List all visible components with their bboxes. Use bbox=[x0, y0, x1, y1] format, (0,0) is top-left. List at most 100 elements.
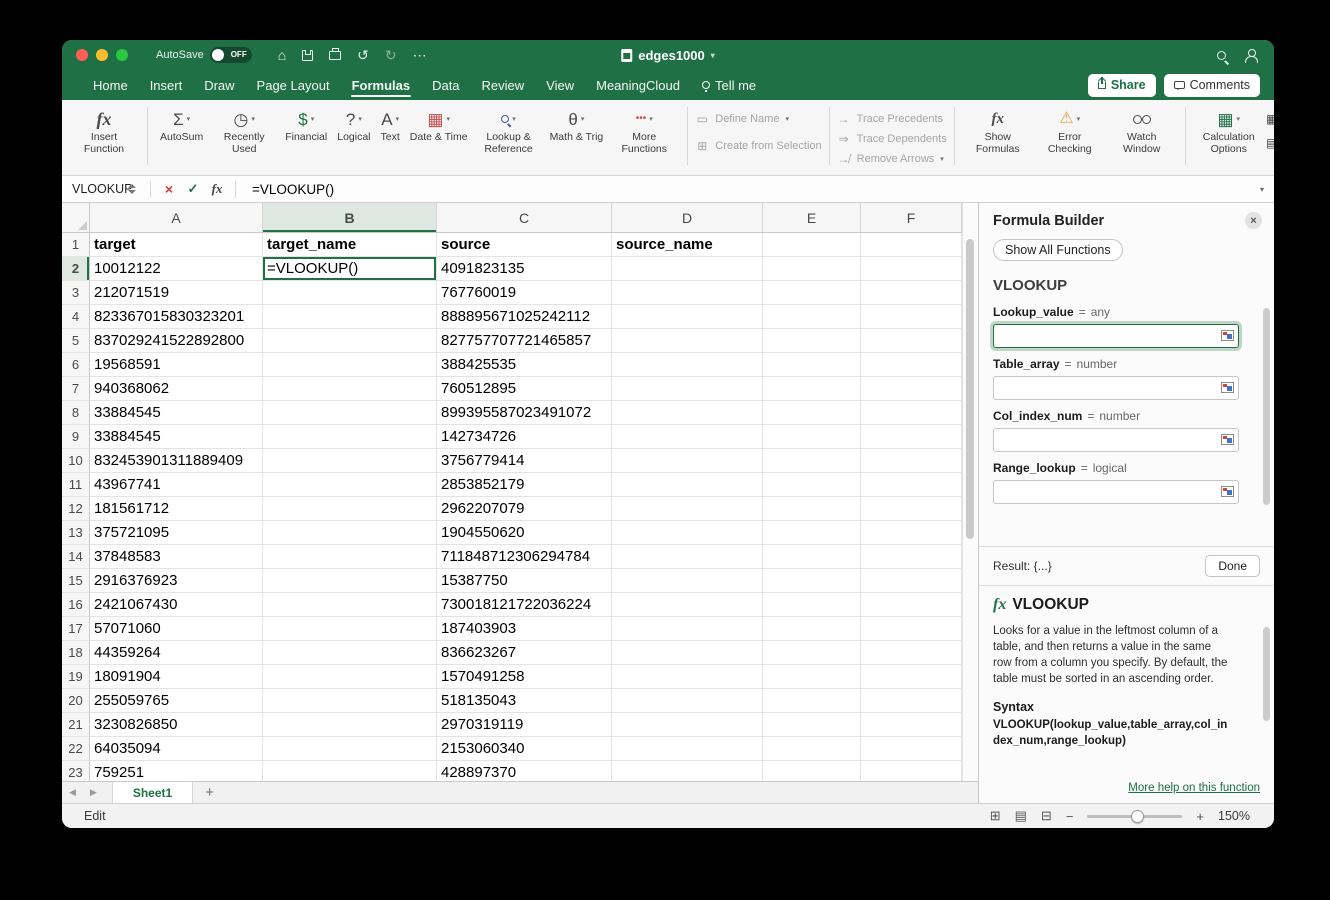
done-button[interactable]: Done bbox=[1205, 555, 1260, 577]
enter-button[interactable]: ✓ bbox=[181, 181, 205, 197]
undo-icon[interactable]: ↺ bbox=[357, 48, 369, 62]
save-icon[interactable] bbox=[302, 50, 313, 61]
cell-B15[interactable] bbox=[263, 569, 437, 593]
cell-F9[interactable] bbox=[861, 425, 962, 449]
column-header-F[interactable]: F bbox=[861, 203, 962, 232]
row-header-5[interactable]: 5 bbox=[62, 329, 90, 353]
cell-F20[interactable] bbox=[861, 689, 962, 713]
cell-E23[interactable] bbox=[763, 761, 861, 781]
cell-C12[interactable]: 2962207079 bbox=[437, 497, 612, 521]
cell-E15[interactable] bbox=[763, 569, 861, 593]
minimize-window-button[interactable] bbox=[96, 49, 108, 61]
cell-D18[interactable] bbox=[612, 641, 763, 665]
row-header-15[interactable]: 15 bbox=[62, 569, 90, 593]
cell-E1[interactable] bbox=[763, 233, 861, 257]
date-time-button[interactable]: ▦▾ Date & Time bbox=[405, 105, 473, 145]
cell-E10[interactable] bbox=[763, 449, 861, 473]
row-header-3[interactable]: 3 bbox=[62, 281, 90, 305]
more-help-link[interactable]: More help on this function bbox=[1128, 782, 1260, 794]
cell-C6[interactable]: 388425535 bbox=[437, 353, 612, 377]
table-array-input[interactable] bbox=[993, 376, 1239, 400]
cell-D19[interactable] bbox=[612, 665, 763, 689]
cell-E18[interactable] bbox=[763, 641, 861, 665]
calculate-now-button[interactable]: ▦ Calculate Now bbox=[1265, 112, 1274, 126]
close-window-button[interactable] bbox=[76, 49, 88, 61]
cell-C7[interactable]: 760512895 bbox=[437, 377, 612, 401]
cell-E17[interactable] bbox=[763, 617, 861, 641]
cell-F8[interactable] bbox=[861, 401, 962, 425]
row-header-4[interactable]: 4 bbox=[62, 305, 90, 329]
cell-C22[interactable]: 2153060340 bbox=[437, 737, 612, 761]
tab-draw[interactable]: Draw bbox=[193, 70, 245, 100]
tab-home[interactable]: Home bbox=[82, 70, 139, 100]
name-box[interactable]: VLOOKUP bbox=[62, 182, 128, 196]
cell-F23[interactable] bbox=[861, 761, 962, 781]
cell-C23[interactable]: 428897370 bbox=[437, 761, 612, 781]
tab-meaningcloud[interactable]: MeaningCloud bbox=[585, 70, 691, 100]
cell-A10[interactable]: 832453901311889409 bbox=[90, 449, 263, 473]
cell-F10[interactable] bbox=[861, 449, 962, 473]
row-header-14[interactable]: 14 bbox=[62, 545, 90, 569]
watch-window-button[interactable]: Watch Window bbox=[1106, 105, 1178, 158]
cell-F22[interactable] bbox=[861, 737, 962, 761]
home-icon[interactable]: ⌂ bbox=[278, 48, 286, 62]
cell-C3[interactable]: 767760019 bbox=[437, 281, 612, 305]
cell-D10[interactable] bbox=[612, 449, 763, 473]
zoom-slider-knob[interactable] bbox=[1131, 810, 1144, 823]
formula-bar-expand-icon[interactable]: ▾ bbox=[1260, 185, 1264, 194]
cell-F5[interactable] bbox=[861, 329, 962, 353]
cell-E8[interactable] bbox=[763, 401, 861, 425]
text-button[interactable]: A▾ Text bbox=[376, 105, 405, 145]
column-header-B[interactable]: B bbox=[263, 203, 437, 232]
cell-B20[interactable] bbox=[263, 689, 437, 713]
cell-D5[interactable] bbox=[612, 329, 763, 353]
row-header-18[interactable]: 18 bbox=[62, 641, 90, 665]
previous-sheet-icon[interactable]: ◀ bbox=[62, 787, 83, 798]
cell-A9[interactable]: 33884545 bbox=[90, 425, 263, 449]
insert-function-button[interactable]: fx Insert Function bbox=[68, 105, 140, 158]
cell-B5[interactable] bbox=[263, 329, 437, 353]
cell-C18[interactable]: 836623267 bbox=[437, 641, 612, 665]
cell-A7[interactable]: 940368062 bbox=[90, 377, 263, 401]
cell-B17[interactable] bbox=[263, 617, 437, 641]
cell-C9[interactable]: 142734726 bbox=[437, 425, 612, 449]
cell-D6[interactable] bbox=[612, 353, 763, 377]
cell-D12[interactable] bbox=[612, 497, 763, 521]
row-header-6[interactable]: 6 bbox=[62, 353, 90, 377]
range-selector-icon[interactable] bbox=[1221, 382, 1234, 393]
cell-A5[interactable]: 837029241522892800 bbox=[90, 329, 263, 353]
autosum-button[interactable]: Σ▾ AutoSum bbox=[155, 105, 208, 145]
more-commands-icon[interactable]: ⋯ bbox=[413, 48, 427, 62]
cell-D14[interactable] bbox=[612, 545, 763, 569]
page-layout-view-button[interactable]: ▤ bbox=[1015, 808, 1027, 824]
cell-D11[interactable] bbox=[612, 473, 763, 497]
row-header-9[interactable]: 9 bbox=[62, 425, 90, 449]
show-all-functions-button[interactable]: Show All Functions bbox=[993, 239, 1123, 261]
cell-B10[interactable] bbox=[263, 449, 437, 473]
title-chevron-icon[interactable]: ▾ bbox=[711, 51, 715, 60]
cell-A3[interactable]: 212071519 bbox=[90, 281, 263, 305]
cell-E4[interactable] bbox=[763, 305, 861, 329]
show-formulas-button[interactable]: fx Show Formulas bbox=[962, 105, 1034, 158]
cell-B7[interactable] bbox=[263, 377, 437, 401]
cell-A8[interactable]: 33884545 bbox=[90, 401, 263, 425]
cell-D13[interactable] bbox=[612, 521, 763, 545]
more-functions-button[interactable]: •••▾ More Functions bbox=[608, 105, 680, 158]
row-header-23[interactable]: 23 bbox=[62, 761, 90, 781]
tab-tell-me[interactable]: Tell me bbox=[691, 70, 767, 100]
cell-B23[interactable] bbox=[263, 761, 437, 781]
formula-input[interactable]: =VLOOKUP() bbox=[252, 182, 334, 197]
cell-B16[interactable] bbox=[263, 593, 437, 617]
scrollbar-thumb[interactable] bbox=[966, 239, 974, 539]
col-index-num-input[interactable] bbox=[993, 428, 1239, 452]
trace-precedents-button[interactable]: → Trace Precedents bbox=[837, 112, 947, 126]
range-selector-icon[interactable] bbox=[1221, 330, 1234, 341]
cell-A17[interactable]: 57071060 bbox=[90, 617, 263, 641]
cell-D15[interactable] bbox=[612, 569, 763, 593]
cell-A22[interactable]: 64035094 bbox=[90, 737, 263, 761]
insert-function-fx-button[interactable]: fx bbox=[205, 181, 229, 197]
cell-A20[interactable]: 255059765 bbox=[90, 689, 263, 713]
row-header-12[interactable]: 12 bbox=[62, 497, 90, 521]
cell-C5[interactable]: 827757707721465857 bbox=[437, 329, 612, 353]
cell-C10[interactable]: 3756779414 bbox=[437, 449, 612, 473]
